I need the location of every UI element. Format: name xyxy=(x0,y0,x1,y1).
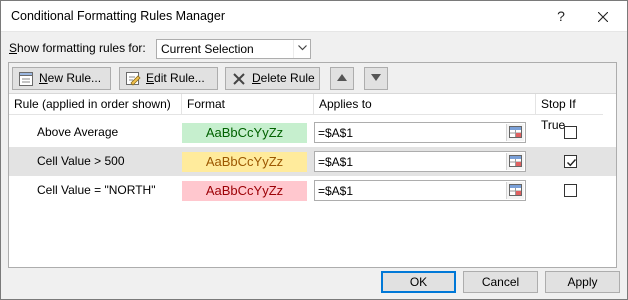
range-select-icon[interactable] xyxy=(506,153,524,170)
new-rule-icon xyxy=(18,71,34,87)
conditional-formatting-dialog: Conditional Formatting Rules Manager ? S… xyxy=(0,0,628,300)
column-header-format[interactable]: Format xyxy=(182,94,314,115)
column-header-stop-if-true[interactable]: Stop If True xyxy=(536,94,603,132)
move-up-button[interactable] xyxy=(330,67,354,90)
show-rules-select[interactable]: Current Selection xyxy=(156,39,311,59)
edit-rule-icon xyxy=(125,71,141,87)
delete-icon xyxy=(231,71,247,87)
chevron-down-icon[interactable] xyxy=(293,40,310,58)
rules-toolbar: New Rule... Edit Rule... Delete Rule xyxy=(9,63,616,93)
apply-button[interactable]: Apply xyxy=(545,271,620,293)
rule-description: Cell Value > 500 xyxy=(37,154,125,168)
rule-row[interactable]: Above Average AaBbCcYyZz =$A$1 xyxy=(9,118,616,147)
range-select-icon[interactable] xyxy=(506,124,524,141)
stop-if-true-checkbox[interactable] xyxy=(564,126,577,139)
arrow-down-icon xyxy=(371,70,381,84)
cancel-button[interactable]: Cancel xyxy=(463,271,538,293)
format-preview: AaBbCcYyZz xyxy=(182,152,307,172)
rules-panel: New Rule... Edit Rule... Delete Rule Rul… xyxy=(8,62,617,268)
applies-to-value: =$A$1 xyxy=(318,155,354,169)
title-bar: Conditional Formatting Rules Manager ? xyxy=(1,1,627,32)
move-down-button[interactable] xyxy=(364,67,388,90)
applies-to-field[interactable]: =$A$1 xyxy=(314,122,526,143)
range-select-icon[interactable] xyxy=(506,182,524,199)
dialog-title: Conditional Formatting Rules Manager xyxy=(11,9,225,23)
show-rules-selected-value: Current Selection xyxy=(161,42,254,56)
format-preview: AaBbCcYyZz xyxy=(182,123,307,143)
close-icon[interactable] xyxy=(589,6,617,26)
applies-to-value: =$A$1 xyxy=(318,184,354,198)
ok-button[interactable]: OK xyxy=(381,271,456,293)
applies-to-field[interactable]: =$A$1 xyxy=(314,151,526,172)
delete-rule-button[interactable]: Delete Rule xyxy=(225,67,320,90)
rule-description: Cell Value = "NORTH" xyxy=(37,183,156,197)
column-header-rule[interactable]: Rule (applied in order shown) xyxy=(9,94,182,115)
applies-to-value: =$A$1 xyxy=(318,126,354,140)
stop-if-true-checkbox[interactable] xyxy=(564,155,577,168)
stop-if-true-checkbox[interactable] xyxy=(564,184,577,197)
rules-grid: Rule (applied in order shown) Format App… xyxy=(9,93,616,267)
rule-row[interactable]: Cell Value = "NORTH" AaBbCcYyZz =$A$1 xyxy=(9,176,616,205)
new-rule-button[interactable]: New Rule... xyxy=(12,67,111,90)
arrow-up-icon xyxy=(337,70,347,84)
help-icon[interactable]: ? xyxy=(549,6,573,26)
rule-description: Above Average xyxy=(37,125,119,139)
format-preview: AaBbCcYyZz xyxy=(182,181,307,201)
applies-to-field[interactable]: =$A$1 xyxy=(314,180,526,201)
show-rules-label: Show formatting rules for: xyxy=(9,41,146,55)
column-header-applies-to[interactable]: Applies to xyxy=(314,94,536,115)
edit-rule-button[interactable]: Edit Rule... xyxy=(119,67,218,90)
rule-row[interactable]: Cell Value > 500 AaBbCcYyZz =$A$1 xyxy=(9,147,616,176)
